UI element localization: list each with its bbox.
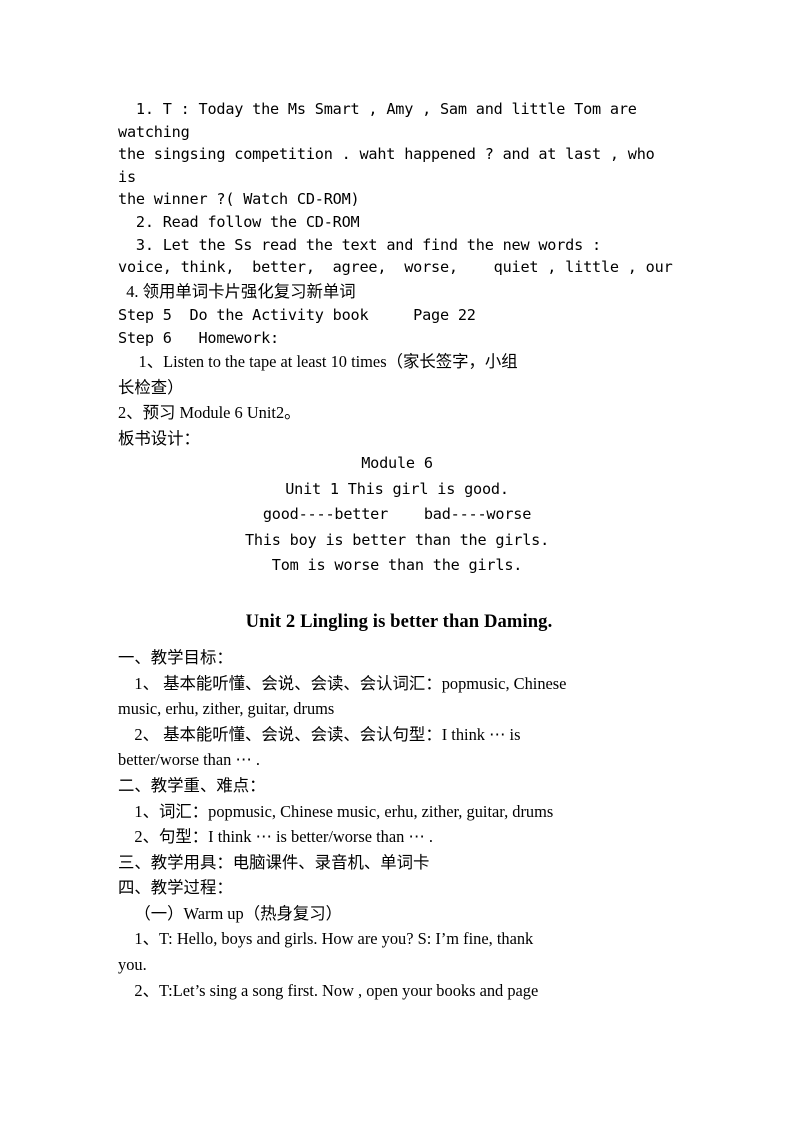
keypoint-item-1: 1、词汇：popmusic, Chinese music, erhu, zith…	[118, 801, 554, 821]
board-line-example-1: This boy is better than the girls.	[244, 530, 550, 549]
blackboard-design-label: 板书设计：	[118, 428, 200, 448]
unit2-heading: Unit 2 Lingling is better than Daming.	[245, 610, 553, 632]
activity-line-2: 2. Read follow the CD-ROM	[118, 212, 360, 231]
activity-line-3: 3. Let the Ss read the text and find the…	[118, 235, 673, 277]
activity-line-4: 4. 领用单词卡片强化复习新单词	[118, 281, 356, 301]
objective-item-1: 1、 基本能听懂、会说、会读、会认词汇：popmusic, Chinese mu…	[118, 673, 567, 719]
keypoint-item-2: 2、句型：I think ⋯ is better/worse than ⋯ .	[118, 827, 434, 847]
teaching-tools-label: 三、教学用具：电脑课件、录音机、单词卡	[118, 852, 430, 872]
board-line-example-2: Tom is worse than the girls.	[271, 556, 523, 575]
board-line-comparatives: good----better bad----worse	[262, 505, 532, 524]
keypoints-label: 二、教学重、难点：	[118, 775, 266, 795]
section-unit2-plan: 一、教学目标： 1、 基本能听懂、会说、会读、会认词汇：popmusic, Ch…	[118, 645, 680, 1003]
activity-line-1: 1. T : Today the Ms Smart , Amy , Sam an…	[118, 100, 655, 209]
section-step-activities: 1. T : Today the Ms Smart , Amy , Sam an…	[118, 98, 680, 451]
step6-line: Step 6 Homework:	[118, 328, 279, 347]
objectives-label: 一、教学目标：	[118, 647, 233, 667]
document-page: 1. T : Today the Ms Smart , Amy , Sam an…	[0, 0, 794, 1123]
objective-item-2: 2、 基本能听懂、会说、会读、会认句型：I think ⋯ is better/…	[118, 724, 521, 770]
blackboard-design-block: Module 6 Unit 1 This girl is good. good-…	[116, 451, 678, 579]
warmup-item-1: 1、T: Hello, boys and girls. How are you?…	[118, 929, 534, 975]
warmup-item-2: 2、T:Let’s sing a song first. Now , open …	[118, 980, 539, 1000]
document-body: 1. T : Today the Ms Smart , Amy , Sam an…	[118, 98, 680, 1003]
homework-item-2: 2、预习 Module 6 Unit2。	[118, 403, 301, 423]
warmup-label: （一）Warm up（热身复习）	[118, 903, 343, 923]
board-line-unit: Unit 1 This girl is good.	[285, 479, 509, 498]
step5-line: Step 5 Do the Activity book Page 22	[118, 306, 476, 325]
homework-item-1: 1、Listen to the tape at least 10 times（家…	[118, 352, 518, 397]
heading-gap	[118, 635, 680, 645]
teaching-process-label: 四、教学过程：	[118, 878, 233, 898]
board-line-module: Module 6	[361, 453, 433, 472]
